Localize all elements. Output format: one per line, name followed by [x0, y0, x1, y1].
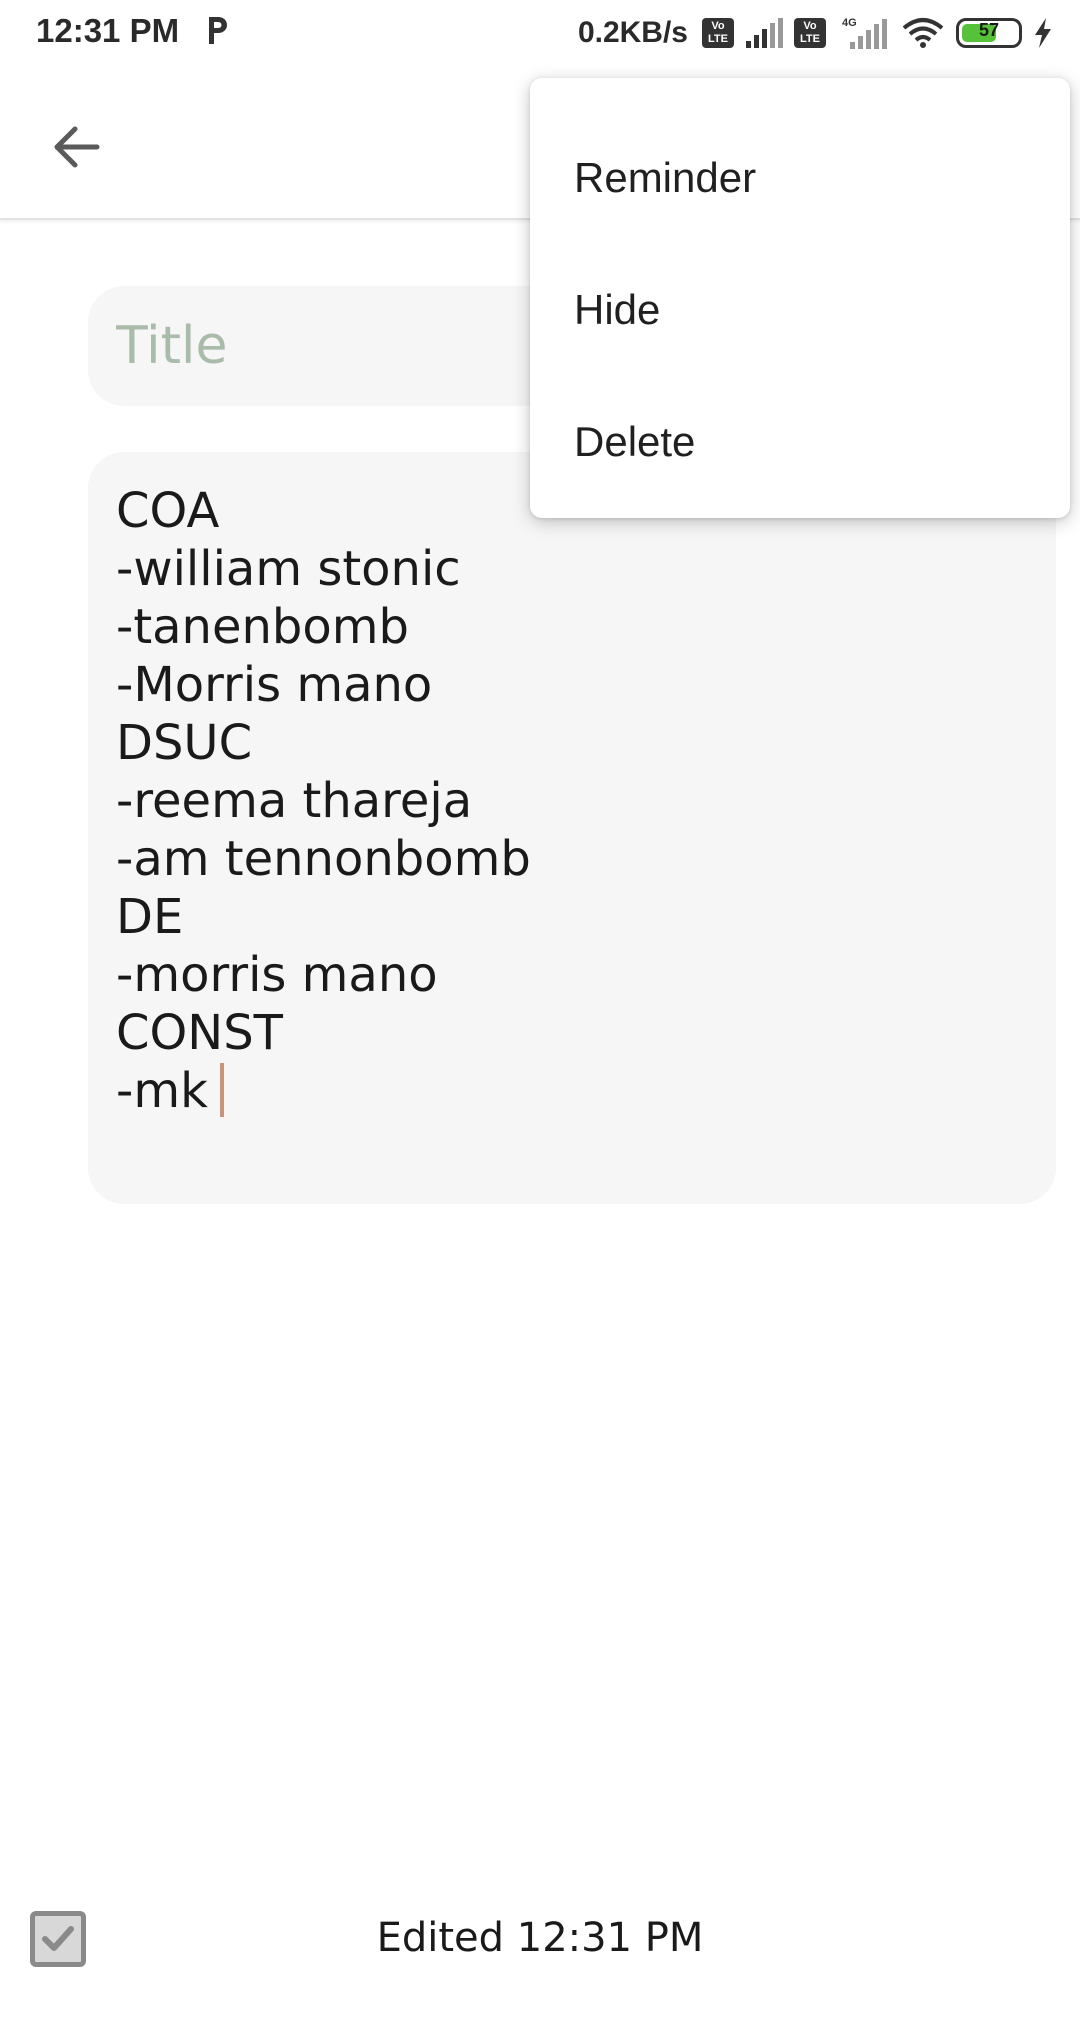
wifi-icon	[902, 18, 944, 48]
note-line-last: -mk	[116, 1062, 1028, 1120]
signal-4g-icon: 4G	[842, 17, 887, 49]
note-line: -tanenbomb	[116, 599, 409, 655]
svg-text:4G: 4G	[842, 17, 857, 29]
text-caret	[219, 1063, 224, 1117]
battery-level: 57	[978, 20, 1000, 40]
status-time: 12:31 PM	[36, 12, 180, 49]
volte-icon-2: Vo LTE	[794, 18, 826, 48]
volte-icon: Vo LTE	[702, 18, 734, 48]
status-bar: 12:31 PM 0.2KB/s Vo LTE Vo LTE 4G 57	[0, 0, 1080, 66]
parking-app-icon	[209, 17, 227, 44]
menu-item-delete[interactable]: Delete	[530, 376, 1070, 508]
signal-icon	[746, 18, 783, 48]
note-line: DE	[116, 889, 184, 945]
note-line: CONST	[116, 1005, 283, 1061]
network-speed: 0.2KB/s	[577, 16, 688, 49]
note-line: -morris mano	[116, 947, 438, 1003]
battery-icon: 57	[956, 18, 1022, 48]
note-text[interactable]: COA -william stonic -tanenbomb -Morris m…	[116, 482, 1028, 1120]
status-indicators: 0.2KB/s Vo LTE Vo LTE 4G 57	[578, 10, 1054, 56]
charging-icon	[1035, 18, 1051, 48]
note-line: -Morris mano	[116, 657, 433, 713]
note-line-text: -mk	[116, 1063, 208, 1119]
menu-item-reminder[interactable]: Reminder	[530, 112, 1070, 244]
arrow-left-icon	[54, 126, 100, 168]
note-line: -am tennonbomb	[116, 831, 531, 887]
footer: Edited 12:31 PM	[0, 1897, 1080, 2027]
edited-timestamp: Edited 12:31 PM	[376, 1915, 704, 1961]
note-line: -reema thareja	[116, 773, 473, 829]
back-button[interactable]	[36, 106, 118, 188]
note-line: DSUC	[116, 715, 253, 771]
menu-item-hide[interactable]: Hide	[530, 244, 1070, 376]
note-body[interactable]: COA -william stonic -tanenbomb -Morris m…	[88, 452, 1056, 1204]
overflow-menu: Reminder Hide Delete	[530, 78, 1070, 518]
note-line: -william stonic	[116, 541, 461, 597]
